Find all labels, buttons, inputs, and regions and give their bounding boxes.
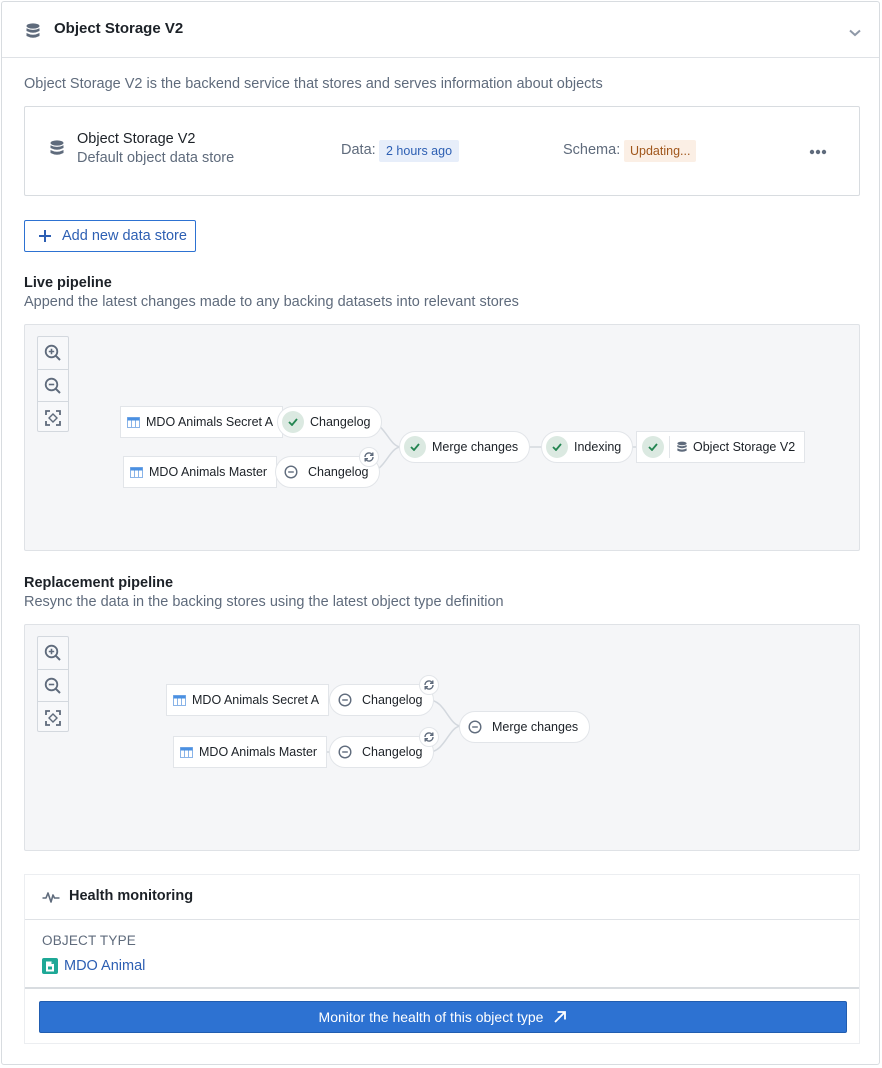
pending-icon <box>280 461 302 483</box>
live-pipeline-subtitle: Append the latest changes made to any ba… <box>24 294 519 310</box>
add-data-store-button[interactable]: Add new data store <box>24 220 196 252</box>
node-label: Changelog <box>362 745 423 759</box>
check-icon <box>642 436 664 458</box>
edge <box>428 699 462 727</box>
more-options-button[interactable] <box>809 142 827 158</box>
pipeline-node-changelog-a[interactable]: Changelog <box>277 406 383 438</box>
node-label: MDO Animals Secret A <box>146 415 274 429</box>
dataset-table-icon <box>180 746 193 758</box>
pipeline-node-changelog-a[interactable]: Changelog <box>329 684 435 716</box>
object-type-label: OBJECT TYPE <box>42 933 136 948</box>
store-name: Object Storage V2 <box>77 131 196 147</box>
database-icon <box>26 23 40 44</box>
pulse-icon <box>42 890 60 909</box>
health-title: Health monitoring <box>69 888 194 904</box>
pipeline-edges <box>315 699 462 753</box>
pipeline-node-indexing[interactable]: Indexing <box>541 431 634 463</box>
pending-icon <box>464 716 486 738</box>
store-subtitle: Default object data store <box>77 150 235 166</box>
node-label: Merge changes <box>432 440 519 454</box>
pipeline-node-merge[interactable]: Merge changes <box>399 431 531 463</box>
pipeline-node-source-b[interactable]: MDO Animals Master <box>173 736 328 768</box>
replacement-pipeline-graph[interactable]: MDO Animals Secret A MDO Animals Master … <box>24 624 860 851</box>
check-icon <box>282 411 304 433</box>
monitor-health-label: Monitor the health of this object type <box>318 1009 544 1025</box>
pipeline-node-source-a[interactable]: MDO Animals Secret A <box>120 406 284 438</box>
object-storage-panel: Object Storage V2 Object Storage V2 is t… <box>1 1 880 1065</box>
node-label: Object Storage V2 <box>693 440 796 454</box>
data-freshness-tag: 2 hours ago <box>379 140 460 162</box>
pipeline-node-changelog-b[interactable]: Changelog <box>329 736 435 768</box>
plus-icon <box>38 228 52 249</box>
external-link-icon <box>553 1010 567 1024</box>
object-type-link[interactable]: MDO Animal <box>42 958 145 974</box>
node-label: Merge changes <box>492 720 579 734</box>
pipeline-node-source-a[interactable]: MDO Animals Secret A <box>166 684 330 716</box>
node-label: Changelog <box>362 693 423 707</box>
add-data-store-label: Add new data store <box>62 228 187 244</box>
data-store-card: Object Storage V2 Default object data st… <box>24 106 860 196</box>
object-type-icon <box>42 958 58 974</box>
pending-icon <box>334 689 356 711</box>
monitor-health-button[interactable]: Monitor the health of this object type <box>39 1001 847 1033</box>
replacement-pipeline-subtitle: Resync the data in the backing stores us… <box>24 594 504 610</box>
live-pipeline-graph[interactable]: MDO Animals Secret A MDO Animals Master … <box>24 324 860 551</box>
node-label: Changelog <box>308 465 369 479</box>
sync-icon <box>419 727 439 747</box>
health-header: Health monitoring <box>25 875 859 920</box>
object-type-name: MDO Animal <box>64 958 146 974</box>
pipeline-node-merge[interactable]: Merge changes <box>459 711 591 743</box>
check-icon <box>404 436 426 458</box>
panel-title: Object Storage V2 <box>54 20 184 37</box>
node-label: MDO Animals Secret A <box>192 693 320 707</box>
dataset-table-icon <box>130 466 143 478</box>
database-icon <box>677 441 687 453</box>
health-monitoring-card: Health monitoring OBJECT TYPE MDO Animal… <box>24 874 860 1044</box>
live-pipeline-title: Live pipeline <box>24 275 112 291</box>
schema-label: Schema: <box>563 142 621 158</box>
dataset-table-icon <box>127 416 140 428</box>
dataset-table-icon <box>173 694 186 706</box>
node-label: Indexing <box>574 440 622 454</box>
check-icon <box>546 436 568 458</box>
pending-icon <box>334 741 356 763</box>
more-icon <box>809 149 827 155</box>
chevron-down-icon[interactable] <box>849 24 861 42</box>
node-label: MDO Animals Master <box>199 745 318 759</box>
pipeline-node-source-b[interactable]: MDO Animals Master <box>123 456 278 488</box>
divider <box>669 436 670 458</box>
sync-icon <box>359 447 379 467</box>
replacement-pipeline-title: Replacement pipeline <box>24 575 174 591</box>
pipeline-node-store[interactable]: Object Storage V2 <box>636 431 806 463</box>
node-label: Changelog <box>310 415 371 429</box>
node-label: MDO Animals Master <box>149 465 268 479</box>
panel-header[interactable]: Object Storage V2 <box>2 2 879 58</box>
data-label: Data: <box>341 142 376 158</box>
sync-icon <box>419 675 439 695</box>
divider <box>25 987 859 989</box>
panel-description: Object Storage V2 is the backend service… <box>24 76 603 92</box>
schema-status-tag: Updating... <box>624 140 697 162</box>
database-icon <box>50 140 64 161</box>
